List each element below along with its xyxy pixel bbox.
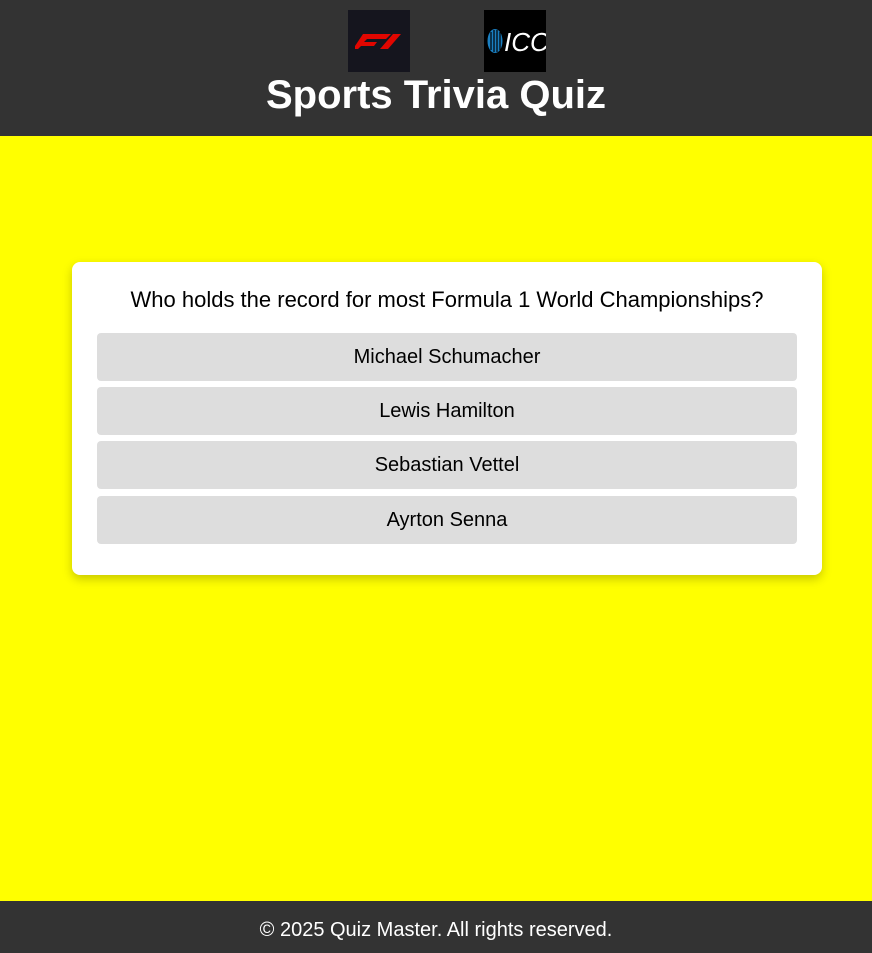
svg-text:ICC: ICC: [504, 27, 546, 57]
copyright-text: © 2025 Quiz Master. All rights reserved.: [259, 919, 613, 941]
answer-button-michael-schumacher[interactable]: Michael Schumacher: [97, 333, 797, 381]
question-text: Who holds the record for most Formula 1 …: [130, 287, 764, 312]
quiz-card: Who holds the record for most Formula 1 …: [72, 262, 822, 575]
page-title: Sports Trivia Quiz: [265, 73, 607, 117]
site-header: ICC Sports Trivia Quiz: [0, 0, 872, 136]
site-footer: © 2025 Quiz Master. All rights reserved.: [0, 901, 872, 953]
f1-logo-icon: [348, 10, 410, 72]
icc-logo-icon: ICC: [484, 10, 546, 72]
answer-button-lewis-hamilton[interactable]: Lewis Hamilton: [97, 387, 797, 435]
answer-button-sebastian-vettel[interactable]: Sebastian Vettel: [97, 441, 797, 489]
answer-button-ayrton-senna[interactable]: Ayrton Senna: [97, 496, 797, 544]
